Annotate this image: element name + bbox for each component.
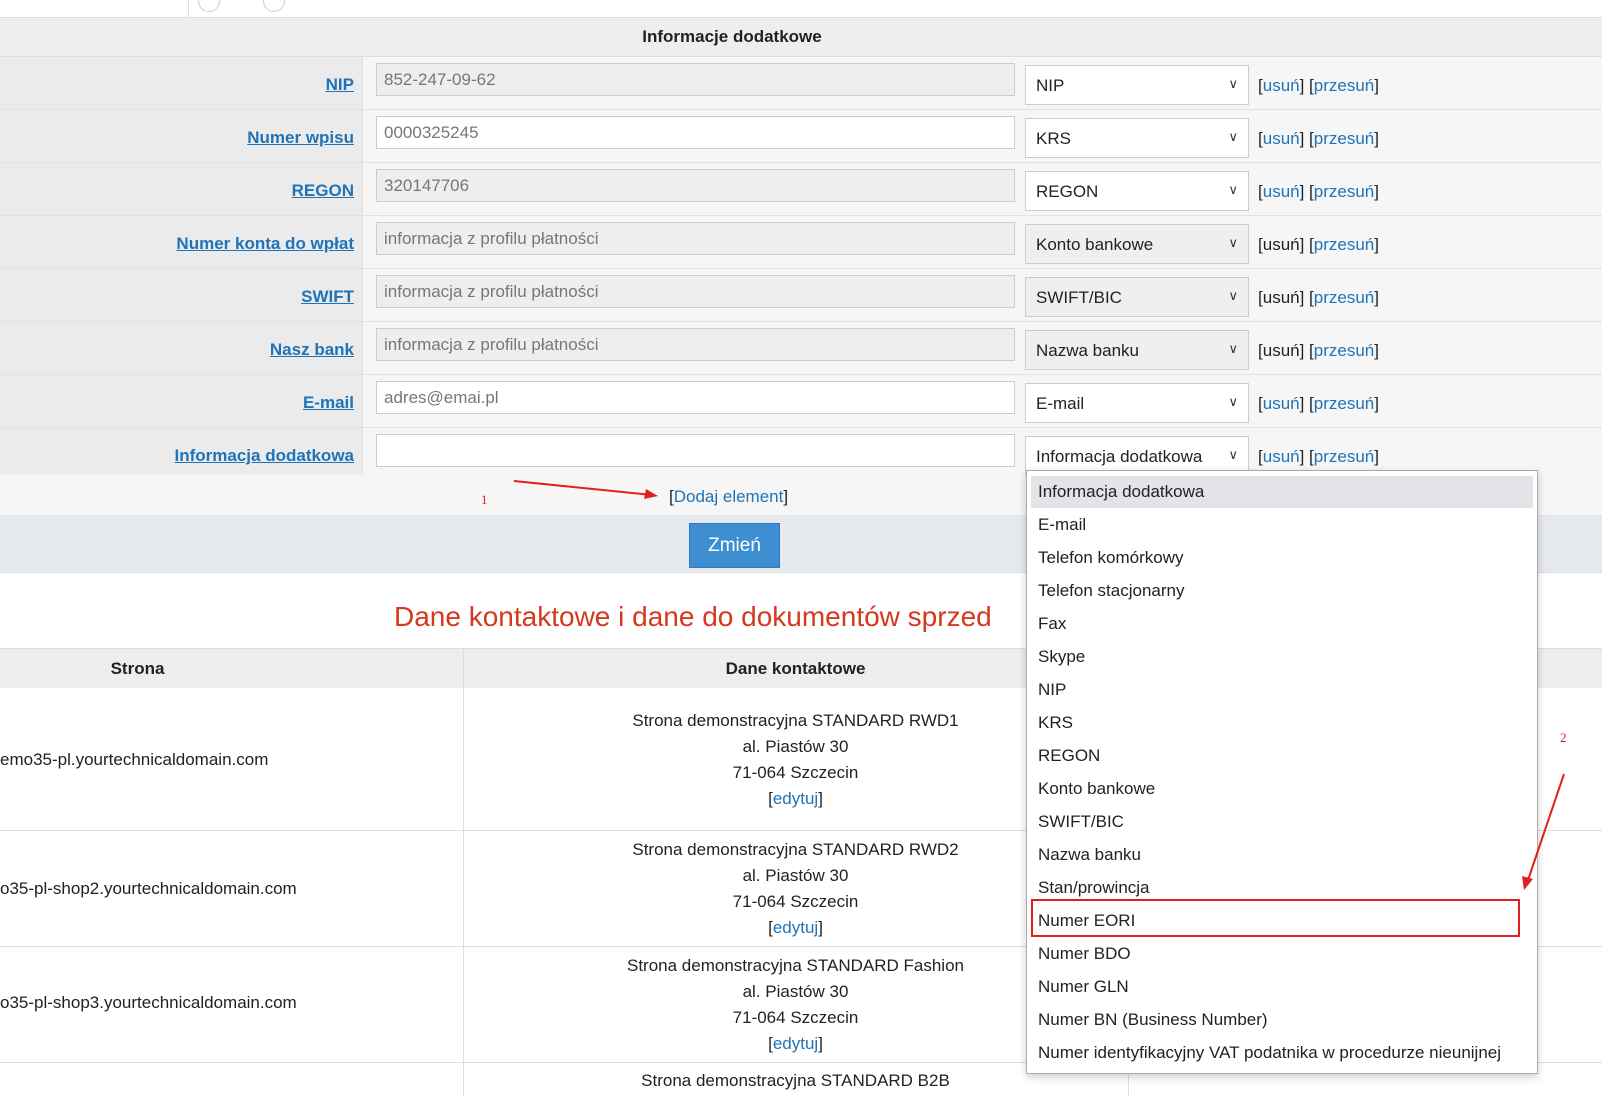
section-title: Informacje dodatkowe bbox=[642, 27, 822, 46]
contact-section-title: Dane kontaktowe i dane do dokumentów spr… bbox=[394, 601, 992, 632]
field-label-link[interactable]: E-mail bbox=[303, 393, 354, 413]
dropdown-option[interactable]: Telefon stacjonarny bbox=[1031, 575, 1533, 607]
additional-info-input[interactable] bbox=[376, 434, 1015, 467]
dropdown-option[interactable]: Konto bankowe bbox=[1031, 773, 1533, 805]
dropdown-option[interactable]: Numer BDO bbox=[1031, 938, 1533, 970]
move-link[interactable]: przesuń bbox=[1314, 76, 1374, 95]
field-type-select[interactable]: NIP ∨ bbox=[1025, 65, 1249, 105]
field-row-regon: REGON 320147706 REGON ∨ [usuń] [przesuń] bbox=[0, 163, 1602, 216]
field-row-bank-name: Nasz bank informacja z profilu płatności… bbox=[0, 322, 1602, 375]
move-link[interactable]: przesuń bbox=[1314, 235, 1374, 254]
chevron-down-icon: ∨ bbox=[1228, 447, 1238, 462]
field-type-select[interactable]: REGON ∨ bbox=[1025, 171, 1249, 211]
remove-link: usuń bbox=[1262, 288, 1300, 307]
dropdown-option[interactable]: REGON bbox=[1031, 740, 1533, 772]
section-header: Informacje dodatkowe bbox=[0, 18, 1602, 57]
field-row-bank-account: Numer konta do wpłat informacja z profil… bbox=[0, 216, 1602, 269]
remove-link[interactable]: usuń bbox=[1263, 447, 1300, 466]
remove-link[interactable]: usuń bbox=[1263, 182, 1300, 201]
dropdown-option[interactable]: KRS bbox=[1031, 707, 1533, 739]
radio-icon[interactable] bbox=[198, 0, 220, 12]
edit-link[interactable]: edytuj bbox=[773, 789, 818, 808]
dropdown-option[interactable]: SWIFT/BIC bbox=[1031, 806, 1533, 838]
radio-icon[interactable] bbox=[263, 0, 285, 12]
chevron-down-icon: ∨ bbox=[1228, 76, 1238, 91]
annotation-highlight-box bbox=[1031, 899, 1520, 937]
bank-name-input[interactable]: informacja z profilu płatności bbox=[376, 328, 1015, 361]
move-link[interactable]: przesuń bbox=[1314, 341, 1374, 360]
field-type-select[interactable]: KRS ∨ bbox=[1025, 118, 1249, 158]
dropdown-option[interactable]: Numer BN (Business Number) bbox=[1031, 1004, 1533, 1036]
dropdown-option[interactable]: Telefon komórkowy bbox=[1031, 542, 1533, 574]
type-dropdown-list[interactable]: Informacja dodatkowa E-mail Telefon komó… bbox=[1026, 470, 1538, 1074]
chevron-down-icon: ∨ bbox=[1228, 394, 1238, 409]
dropdown-option[interactable]: Fax bbox=[1031, 608, 1533, 640]
dropdown-option[interactable]: NIP bbox=[1031, 674, 1533, 706]
field-label-link[interactable]: Nasz bank bbox=[270, 340, 354, 360]
top-bar bbox=[0, 0, 1602, 18]
email-input[interactable]: adres@emai.pl bbox=[376, 381, 1015, 414]
remove-link: usuń bbox=[1262, 341, 1300, 360]
column-header-site: Strona bbox=[110, 659, 165, 678]
field-type-select[interactable]: E-mail ∨ bbox=[1025, 383, 1249, 423]
field-label-link[interactable]: Numer wpisu bbox=[247, 128, 354, 148]
field-type-select[interactable]: SWIFT/BIC ∨ bbox=[1025, 277, 1249, 317]
move-link[interactable]: przesuń bbox=[1314, 129, 1374, 148]
field-label-link[interactable]: Numer konta do wpłat bbox=[176, 234, 354, 254]
field-row-nip: NIP 852-247-09-62 NIP ∨ [usuń] [przesuń] bbox=[0, 57, 1602, 110]
field-row-email: E-mail adres@emai.pl E-mail ∨ [usuń] [prz… bbox=[0, 375, 1602, 428]
annotation-arrow-icon bbox=[1522, 773, 1565, 890]
regon-input[interactable]: 320147706 bbox=[376, 169, 1015, 202]
field-label-link[interactable]: Informacja dodatkowa bbox=[175, 446, 354, 466]
remove-link[interactable]: usuń bbox=[1263, 394, 1300, 413]
field-row-krs: Numer wpisu 0000325245 KRS ∨ [usuń] [prze… bbox=[0, 110, 1602, 163]
site-domain: emo35-pl.yourtechnicaldomain.com bbox=[0, 750, 269, 769]
move-link[interactable]: przesuń bbox=[1314, 447, 1374, 466]
dropdown-option[interactable]: Nazwa banku bbox=[1031, 839, 1533, 871]
move-link[interactable]: przesuń bbox=[1314, 182, 1374, 201]
dropdown-option[interactable]: Informacja dodatkowa bbox=[1031, 476, 1533, 508]
remove-link[interactable]: usuń bbox=[1263, 129, 1300, 148]
submit-button[interactable]: Zmień bbox=[689, 523, 780, 568]
dropdown-option[interactable]: Numer identyfikacyjny VAT podatnika w pr… bbox=[1031, 1037, 1533, 1069]
chevron-down-icon: ∨ bbox=[1228, 235, 1238, 250]
bank-account-input[interactable]: informacja z profilu płatności bbox=[376, 222, 1015, 255]
site-domain: o35-pl-shop2.yourtechnicaldomain.com bbox=[0, 879, 297, 898]
chevron-down-icon: ∨ bbox=[1228, 341, 1238, 356]
field-type-select[interactable]: Konto bankowe ∨ bbox=[1025, 224, 1249, 264]
field-row-swift: SWIFT informacja z profilu płatności SWI… bbox=[0, 269, 1602, 322]
nip-input[interactable]: 852-247-09-62 bbox=[376, 63, 1015, 96]
chevron-down-icon: ∨ bbox=[1228, 288, 1238, 303]
krs-input[interactable]: 0000325245 bbox=[376, 116, 1015, 149]
field-type-select[interactable]: Nazwa banku ∨ bbox=[1025, 330, 1249, 370]
chevron-down-icon: ∨ bbox=[1228, 182, 1238, 197]
annotation-number: 1 bbox=[481, 492, 488, 507]
move-link[interactable]: przesuń bbox=[1314, 288, 1374, 307]
annotation-arrow-icon bbox=[513, 480, 658, 499]
top-separator bbox=[188, 0, 189, 17]
dropdown-option[interactable]: E-mail bbox=[1031, 509, 1533, 541]
dropdown-option[interactable]: Skype bbox=[1031, 641, 1533, 673]
chevron-down-icon: ∨ bbox=[1228, 129, 1238, 144]
edit-link[interactable]: edytuj bbox=[773, 1034, 818, 1053]
add-element-link[interactable]: Dodaj element bbox=[674, 487, 784, 506]
remove-link: usuń bbox=[1262, 235, 1300, 254]
remove-link[interactable]: usuń bbox=[1263, 76, 1300, 95]
swift-input[interactable]: informacja z profilu płatności bbox=[376, 275, 1015, 308]
dropdown-option[interactable]: Numer GLN bbox=[1031, 971, 1533, 1003]
annotation-number: 2 bbox=[1560, 730, 1567, 745]
field-label-link[interactable]: REGON bbox=[292, 181, 354, 201]
edit-link[interactable]: edytuj bbox=[773, 918, 818, 937]
move-link[interactable]: przesuń bbox=[1314, 394, 1374, 413]
field-label-link[interactable]: SWIFT bbox=[301, 287, 354, 307]
site-domain: o35-pl-shop3.yourtechnicaldomain.com bbox=[0, 993, 297, 1012]
field-label-link[interactable]: NIP bbox=[326, 75, 354, 95]
